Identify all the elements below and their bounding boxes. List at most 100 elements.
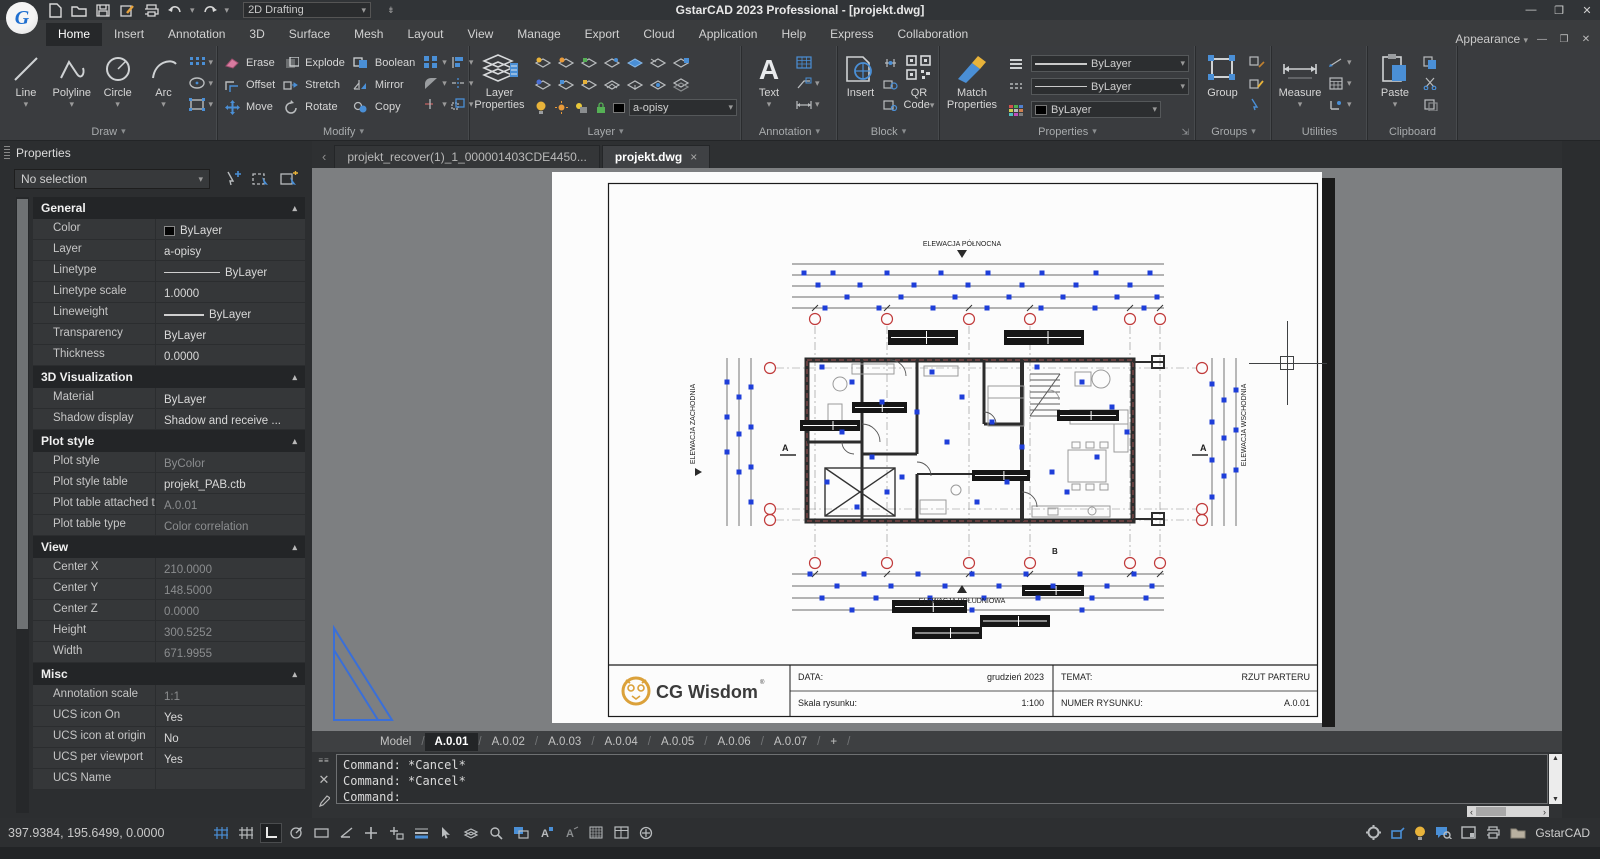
lineweight-display-icon[interactable] [410, 823, 432, 843]
viewport-icon[interactable] [510, 823, 532, 843]
block-editor-icon[interactable] [881, 95, 901, 114]
workspace-lock-icon[interactable] [1390, 826, 1405, 839]
layer-state-icon[interactable] [671, 53, 691, 72]
printer-icon[interactable] [1485, 826, 1501, 839]
doc-tab-projekt[interactable]: projekt.dwg× [602, 145, 710, 168]
dynamic-ucs-icon[interactable] [635, 823, 657, 843]
doc-tab-recover[interactable]: projekt_recover(1)_1_000001403CDE4450... [334, 145, 600, 168]
prop-row-center-y[interactable]: Center Y148.5000 [33, 579, 305, 600]
zoom-icon[interactable] [485, 823, 507, 843]
scroll-left-icon[interactable]: ‹ [1467, 807, 1476, 817]
group-button[interactable]: Group [1200, 50, 1245, 99]
prop-row-thickness[interactable]: Thickness0.0000 [33, 345, 305, 366]
layout-tab-a004[interactable]: A.0.04 [595, 733, 648, 751]
dialog-launcher-icon[interactable]: ⇲ [1181, 127, 1189, 138]
scale-icon[interactable] [448, 95, 468, 114]
boolean-button[interactable]: Boolean [351, 53, 415, 73]
panel-label-utilities[interactable]: Utilities [1272, 123, 1367, 140]
panel-label-layer[interactable]: Layer▾ [470, 123, 741, 140]
fillet-icon[interactable] [421, 74, 441, 93]
lineweight-select[interactable]: ByLayer ▾ [1031, 55, 1189, 72]
drawing-canvas[interactable]: ELEWACJA PÓŁNOCNA ELEWACJA POŁUDNIOWA EL… [312, 168, 1562, 731]
chevron-down-icon[interactable]: ▾ [442, 78, 447, 89]
prop-row-ucs-icon-on[interactable]: UCS icon OnYes [33, 706, 305, 727]
prop-row-linetype-scale[interactable]: Linetype scale1.0000 [33, 282, 305, 303]
chevron-down-icon[interactable]: ▾ [442, 99, 447, 110]
prop-row-plot-table-attached[interactable]: Plot table attached toA.0.01 [33, 494, 305, 515]
prop-row-linetype[interactable]: LinetypeByLayer [33, 261, 305, 282]
prop-row-transparency[interactable]: TransparencyByLayer [33, 324, 305, 345]
close-button[interactable]: ✕ [1574, 1, 1600, 19]
leader-icon[interactable] [794, 74, 814, 93]
explode-button[interactable]: Explode [281, 53, 345, 73]
paste-button[interactable]: Paste▾ [1372, 50, 1418, 108]
scroll-right-icon[interactable]: › [1540, 807, 1549, 817]
hint-bulb-icon[interactable] [1414, 826, 1426, 840]
chevron-down-icon[interactable]: ▾ [208, 57, 213, 68]
prop-row-ucs-name[interactable]: UCS Name [33, 769, 305, 790]
move-button[interactable]: Move [222, 97, 275, 117]
tab-insert[interactable]: Insert [102, 23, 156, 46]
appearance-menu[interactable]: Appearance ▾ [1455, 32, 1528, 46]
group-edit-icon[interactable] [1247, 74, 1267, 93]
layer-thaw-icon[interactable] [556, 75, 576, 94]
command-pencil-icon[interactable] [318, 795, 330, 808]
object-snap-tracking-icon[interactable] [385, 823, 407, 843]
layer-bulb-icon[interactable] [533, 98, 549, 117]
chevron-down-icon[interactable]: ▾ [208, 99, 213, 110]
section-view[interactable]: View▴ [33, 536, 305, 558]
chevron-down-icon[interactable]: ▾ [208, 78, 213, 89]
layer-lock2-icon[interactable] [593, 98, 609, 117]
panel-label-clipboard[interactable]: Clipboard [1368, 123, 1457, 140]
prop-row-ucs-per-viewport[interactable]: UCS per viewportYes [33, 748, 305, 769]
tab-home[interactable]: Home [46, 23, 102, 46]
command-horizontal-scrollbar[interactable]: ‹ › [1467, 806, 1549, 817]
tab-mesh[interactable]: Mesh [342, 23, 395, 46]
measure-button[interactable]: Measure▾ [1276, 50, 1324, 108]
settings-gear-icon[interactable] [1366, 825, 1381, 840]
prop-row-width[interactable]: Width671.9955 [33, 642, 305, 663]
rectangle-icon[interactable] [187, 95, 207, 114]
prop-row-color[interactable]: ColorByLayer [33, 219, 305, 240]
text-button[interactable]: A Text▾ [746, 50, 792, 108]
layer-unisolate-icon[interactable] [625, 53, 645, 72]
prop-row-annotation-scale[interactable]: Annotation scale1:1 [33, 685, 305, 706]
layer-previous-icon[interactable] [648, 53, 668, 72]
circle-button[interactable]: Circle▾ [96, 50, 140, 108]
scroll-thumb[interactable] [1476, 807, 1506, 816]
section-general[interactable]: General▴ [33, 197, 305, 219]
layer-current-icon[interactable] [625, 75, 645, 94]
panel-label-properties[interactable]: Properties▾ ⇲ [940, 123, 1195, 140]
quick-select-icon[interactable] [222, 169, 244, 189]
grid-display-icon[interactable] [235, 823, 257, 843]
layout-tab-a003[interactable]: A.0.03 [538, 733, 591, 751]
tab-application[interactable]: Application [687, 23, 770, 46]
mirror-button[interactable]: Mirror [351, 75, 415, 95]
tab-annotation[interactable]: Annotation [156, 23, 237, 46]
palette-scrollbar[interactable] [16, 197, 29, 813]
panel-label-annotation[interactable]: Annotation▾ [742, 123, 837, 140]
trim-icon[interactable] [421, 95, 441, 114]
layer-viewport-icon[interactable] [573, 98, 589, 117]
clean-screen-icon[interactable] [1461, 826, 1476, 839]
break-icon[interactable] [448, 74, 468, 93]
copy-button[interactable]: Copy [351, 97, 415, 117]
id-point-icon[interactable] [1326, 95, 1346, 114]
panel-label-groups[interactable]: Groups▾ [1196, 123, 1271, 140]
command-history[interactable]: Command: *Cancel* Command: *Cancel* Comm… [336, 754, 1548, 804]
section-misc[interactable]: Misc▴ [33, 663, 305, 685]
ellipse-icon[interactable] [187, 74, 207, 93]
align-icon[interactable] [448, 53, 468, 72]
folder-icon[interactable] [1510, 827, 1526, 839]
doc-minimize-button[interactable]: — [1534, 34, 1550, 45]
layout-tab-model[interactable]: Model [370, 733, 421, 751]
qr-code-button[interactable]: QR Code▾ [903, 50, 935, 111]
select-objects-icon[interactable] [250, 169, 272, 189]
layout-tab-a001[interactable]: A.0.01 [425, 733, 479, 751]
layer-freeze-icon[interactable] [556, 53, 576, 72]
isolate-objects-icon[interactable] [460, 823, 482, 843]
array-icon[interactable] [421, 53, 441, 72]
tab-express[interactable]: Express [818, 23, 885, 46]
tab-layout[interactable]: Layout [395, 23, 455, 46]
palette-scrollbar-thumb[interactable] [17, 199, 28, 629]
